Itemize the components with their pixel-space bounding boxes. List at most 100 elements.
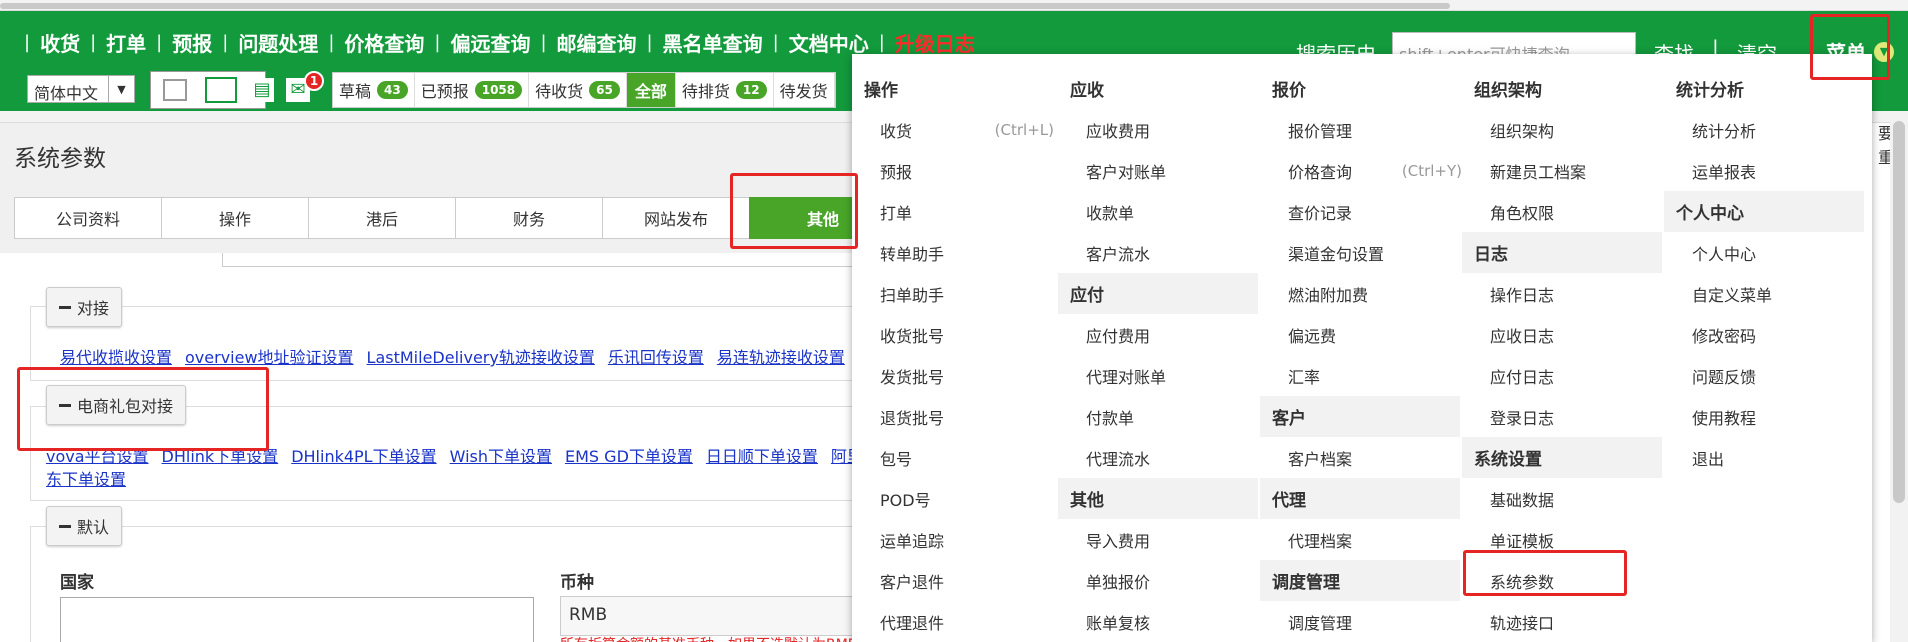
menu-item[interactable]: 客户流水 — [1058, 232, 1258, 273]
split-view-icon[interactable] — [163, 79, 187, 101]
nav-item[interactable]: 打单 — [106, 28, 146, 57]
menu-item[interactable]: 退出 — [1664, 437, 1864, 478]
nav-item[interactable]: 收货 — [40, 28, 80, 57]
menu-item[interactable]: 收货 (Ctrl+L) — [852, 109, 1054, 150]
menu-item[interactable]: 代理档案 — [1260, 519, 1460, 560]
menu-item[interactable]: 使用教程 — [1664, 396, 1864, 437]
menu-item[interactable]: 燃油附加费 — [1260, 273, 1460, 314]
menu-item[interactable]: 偏远费 — [1260, 314, 1460, 355]
menu-column: 统计分析 统计分析 运单报表 个人中心 个人中心 自定义菜单 修改密码 问题反馈 使用教程 退出 — [1664, 68, 1864, 478]
menu-item[interactable]: 统计分析 — [1664, 109, 1864, 150]
menu-item[interactable]: 渠道金句设置 — [1260, 232, 1460, 273]
language-select[interactable]: 简体中文 ▼ — [27, 75, 135, 103]
link-item[interactable]: EMS GD下单设置 — [565, 447, 693, 466]
nav-item[interactable]: 预报 — [172, 28, 212, 57]
tab-3[interactable]: 财务 — [455, 197, 603, 239]
link-item[interactable]: 易连轨迹接收设置 — [717, 348, 845, 367]
status-tab[interactable]: 待收货 65 — [529, 73, 627, 107]
tab-0[interactable]: 公司资料 — [14, 197, 162, 239]
menu-item[interactable]: 打单 — [852, 191, 1052, 232]
menu-item-label: 收货 — [880, 121, 913, 141]
vertical-scrollbar[interactable] — [1890, 111, 1908, 642]
menu-item[interactable]: 修改密码 — [1664, 314, 1864, 355]
horizontal-scrollbar[interactable] — [0, 3, 1450, 9]
menu-item[interactable]: 客户档案 — [1260, 437, 1460, 478]
menu-item-label: 收款单 — [1086, 203, 1135, 223]
menu-item[interactable]: 汇率 — [1260, 355, 1460, 396]
menu-item[interactable]: 客户对账单 — [1058, 150, 1258, 191]
status-tab[interactable]: 草稿 43 — [333, 73, 415, 107]
menu-item[interactable]: 代理对账单 — [1058, 355, 1258, 396]
menu-item[interactable]: 应付费用 — [1058, 314, 1258, 355]
country-input[interactable] — [60, 597, 534, 642]
menu-item[interactable]: 付款单 — [1058, 396, 1258, 437]
list-icon[interactable]: ▤ — [250, 78, 274, 102]
menu-item[interactable]: 应收日志 — [1462, 314, 1662, 355]
menu-item[interactable]: 自定义菜单 — [1664, 273, 1864, 314]
menu-item[interactable]: 操作日志 — [1462, 273, 1662, 314]
full-view-icon[interactable] — [205, 77, 237, 103]
menu-item[interactable]: 扫单助手 — [852, 273, 1052, 314]
nav-item[interactable]: 升级日志 — [895, 28, 975, 57]
menu-item[interactable]: 转单助手 — [852, 232, 1052, 273]
currency-note: 所有折算金额的基准币种，如果不选默认为RMB — [560, 634, 857, 642]
menu-group-header: 个人中心 — [1664, 191, 1864, 232]
menu-item[interactable]: 组织架构 — [1462, 109, 1662, 150]
menu-item[interactable]: 客户退件 — [852, 560, 1052, 601]
menu-item[interactable]: 个人中心 — [1664, 232, 1864, 273]
menu-item[interactable]: 包号 — [852, 437, 1052, 478]
link-item[interactable]: 乐讯回传设置 — [608, 348, 704, 367]
menu-item[interactable]: 登录日志 — [1462, 396, 1662, 437]
menu-item[interactable]: 代理流水 — [1058, 437, 1258, 478]
menu-item[interactable]: POD号 — [852, 478, 1052, 519]
status-tab[interactable]: 待发货 — [774, 73, 835, 107]
menu-item[interactable]: 问题反馈 — [1664, 355, 1864, 396]
nav-item[interactable]: 黑名单查询 — [663, 28, 763, 57]
menu-item[interactable]: 收货批号 — [852, 314, 1052, 355]
menu-group-header: 日志 — [1462, 232, 1662, 273]
menu-item[interactable]: 调度管理 — [1260, 601, 1460, 642]
currency-select[interactable]: RMB — [560, 596, 860, 636]
link-item[interactable]: 日日顺下单设置 — [706, 447, 818, 466]
menu-item[interactable]: 预报 — [852, 150, 1052, 191]
menu-item[interactable]: 运单报表 — [1664, 150, 1864, 191]
menu-item[interactable]: 运单追踪 — [852, 519, 1052, 560]
menu-item[interactable]: 报价管理 — [1260, 109, 1460, 150]
status-tab[interactable]: 待排货 12 — [676, 73, 774, 107]
link-item[interactable]: LastMileDelivery轨迹接收设置 — [367, 348, 595, 367]
tab-2[interactable]: 港后 — [308, 197, 456, 239]
menu-item[interactable]: 价格查询 (Ctrl+Y) — [1260, 150, 1462, 191]
link-item[interactable]: 东下单设置 — [46, 470, 126, 489]
section-title-duijie: 对接 — [77, 299, 110, 318]
tab-1[interactable]: 操作 — [161, 197, 309, 239]
menu-item[interactable]: 发货批号 — [852, 355, 1052, 396]
nav-item[interactable]: 偏远查询 — [450, 28, 530, 57]
tab-4[interactable]: 网站发布 — [602, 197, 750, 239]
status-tab[interactable]: 已预报 1058 — [415, 73, 530, 107]
nav-item[interactable]: 问题处理 — [238, 28, 318, 57]
nav-item[interactable]: 价格查询 — [344, 28, 424, 57]
scroll-thumb[interactable] — [1893, 121, 1905, 503]
menu-item[interactable]: 应付日志 — [1462, 355, 1662, 396]
link-item[interactable]: 易代收揽收设置 — [60, 348, 172, 367]
menu-item[interactable]: 轨迹接口 — [1462, 601, 1662, 642]
nav-item[interactable]: 文档中心 — [789, 28, 869, 57]
link-item[interactable]: overview地址验证设置 — [185, 348, 354, 367]
section-toggle-duijie[interactable]: 对接 — [46, 287, 123, 327]
status-tab-all[interactable]: 全部 — [626, 73, 676, 107]
menu-item[interactable]: 角色权限 — [1462, 191, 1662, 232]
menu-item[interactable]: 收款单 — [1058, 191, 1258, 232]
menu-item[interactable]: 单独报价 — [1058, 560, 1258, 601]
nav-item[interactable]: 邮编查询 — [557, 28, 637, 57]
link-item[interactable]: DHlink4PL下单设置 — [291, 447, 436, 466]
section-toggle-default[interactable]: 默认 — [46, 506, 123, 546]
menu-item[interactable]: 退货批号 — [852, 396, 1052, 437]
menu-item[interactable]: 基础数据 — [1462, 478, 1662, 519]
menu-item[interactable]: 应收费用 — [1058, 109, 1258, 150]
menu-item[interactable]: 新建员工档案 — [1462, 150, 1662, 191]
link-item[interactable]: Wish下单设置 — [450, 447, 552, 466]
menu-item[interactable]: 导入费用 — [1058, 519, 1258, 560]
menu-item[interactable]: 查价记录 — [1260, 191, 1460, 232]
menu-item[interactable]: 代理退件 — [852, 601, 1052, 642]
menu-item[interactable]: 账单复核 — [1058, 601, 1258, 642]
